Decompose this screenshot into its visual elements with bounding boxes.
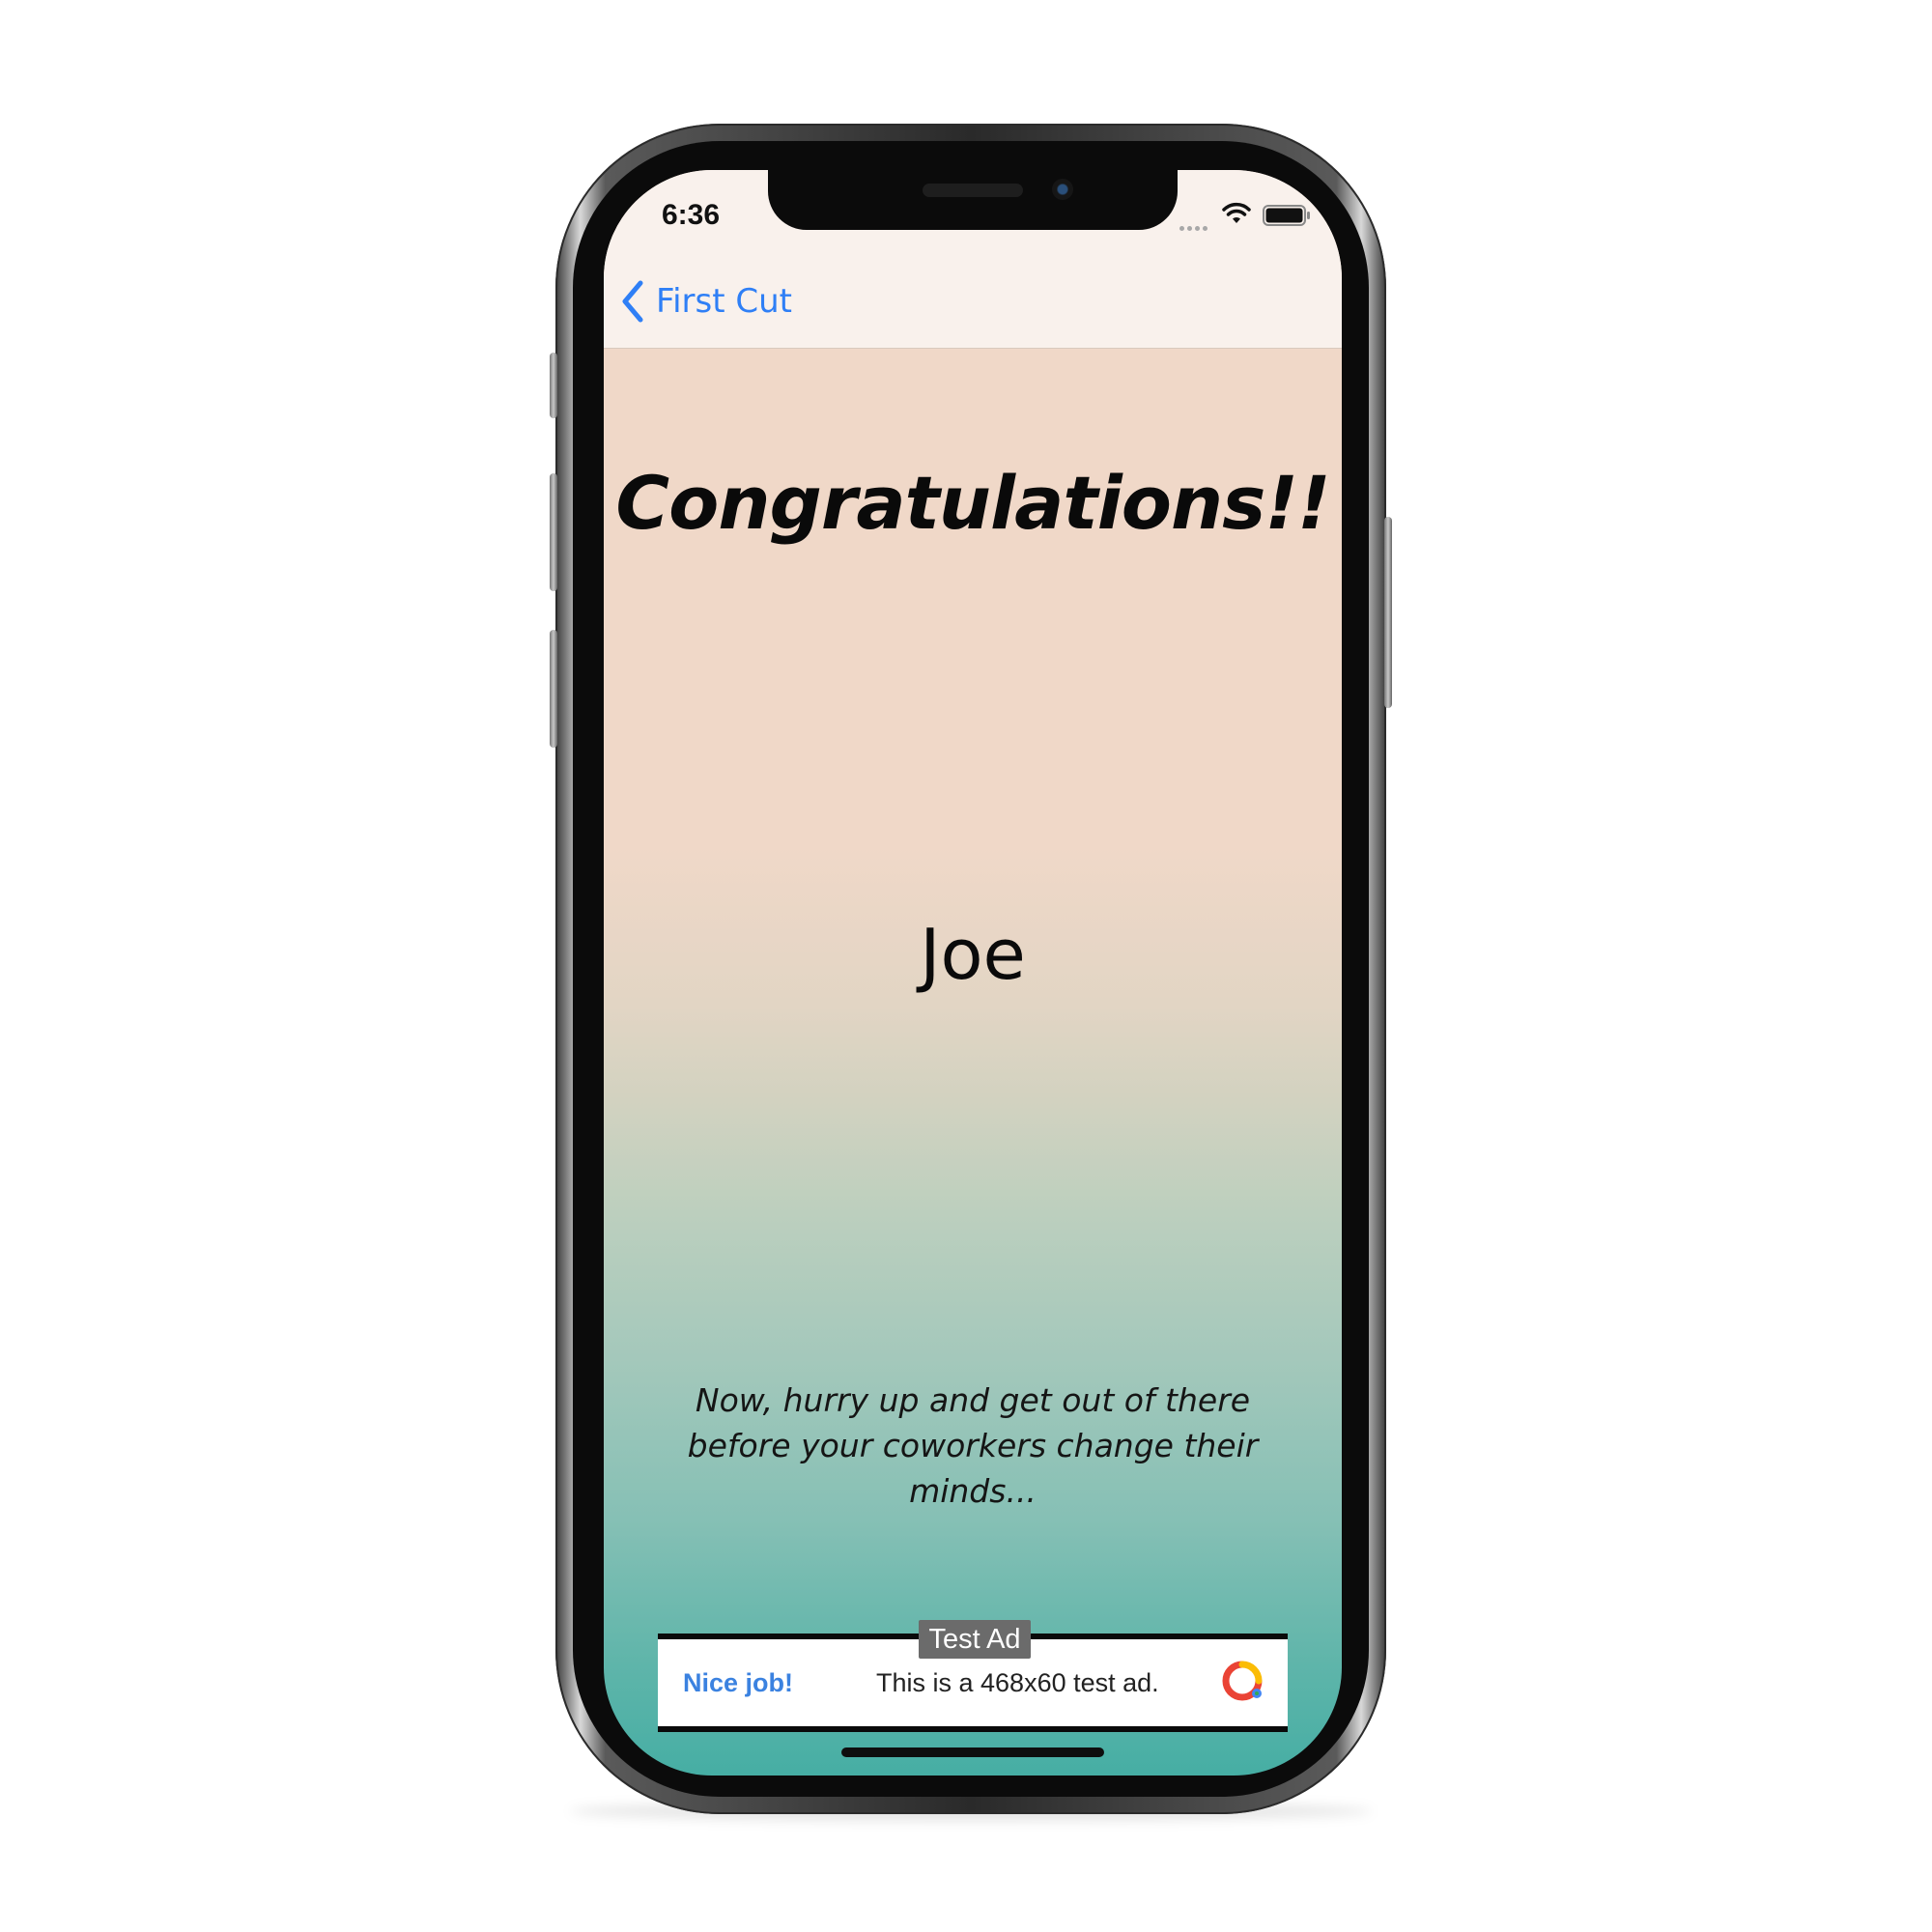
power-button: [1384, 517, 1392, 708]
app-screen: 6:36 First Cut Congratulations!! Joe Now…: [604, 170, 1342, 1776]
front-camera: [1052, 179, 1073, 200]
google-ads-logo-icon[interactable]: [1220, 1659, 1264, 1703]
closing-message: Now, hurry up and get out of there befor…: [687, 1381, 1259, 1510]
wifi-icon: [1222, 202, 1251, 223]
cellular-signal-icon: [1179, 218, 1210, 236]
notch: [768, 170, 1178, 230]
battery-icon: [1263, 205, 1310, 226]
chevron-left-icon: [622, 280, 643, 323]
status-bar: 6:36: [604, 170, 1342, 255]
volume-up-button: [550, 473, 557, 591]
silent-switch: [550, 353, 557, 418]
navigation-bar: First Cut: [604, 255, 1342, 349]
home-indicator[interactable]: [841, 1747, 1104, 1757]
volume-down-button: [550, 630, 557, 748]
ad-body-text[interactable]: This is a 468x60 test ad.: [876, 1668, 1159, 1698]
status-time: 6:36: [662, 199, 721, 231]
back-button[interactable]: First Cut: [621, 274, 792, 328]
congratulations-heading: Congratulations!!: [615, 460, 1330, 546]
test-ad-badge: Test Ad: [919, 1620, 1031, 1659]
speaker-grille: [923, 184, 1023, 197]
recipient-name: Joe: [920, 914, 1026, 995]
ad-headline[interactable]: Nice job!: [683, 1668, 793, 1698]
back-button-label: First Cut: [656, 282, 792, 321]
